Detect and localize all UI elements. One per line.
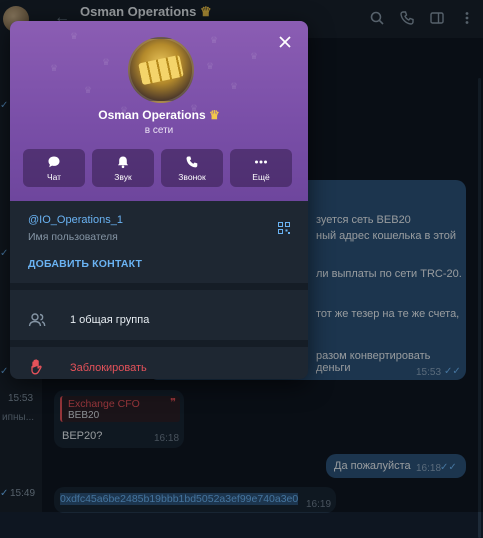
username-caption: Имя пользователя: [28, 231, 118, 243]
sound-button[interactable]: Звук: [92, 149, 154, 187]
profile-avatar[interactable]: [128, 37, 194, 103]
pattern-gift-icon: ♛: [84, 85, 93, 95]
phone-icon: [186, 156, 198, 168]
pattern-gift-icon: ♛: [206, 61, 215, 71]
block-label: Заблокировать: [70, 362, 147, 374]
chat-button[interactable]: Чат: [23, 149, 85, 187]
pattern-gift-icon: ♛: [250, 51, 259, 61]
close-icon[interactable]: [276, 33, 294, 51]
profile-status: в сети: [144, 125, 174, 136]
group-icon: [28, 312, 46, 333]
chat-icon: [48, 156, 60, 168]
pattern-gift-icon: ♛: [210, 35, 219, 45]
add-contact-button[interactable]: ДОБАВИТЬ КОНТАКТ: [28, 258, 142, 270]
username-link[interactable]: @IO_Operations_1: [28, 214, 123, 226]
qr-code-icon[interactable]: [278, 221, 290, 234]
block-hand-icon: [30, 359, 44, 379]
section-divider: [10, 283, 308, 290]
bell-icon: [118, 156, 128, 169]
pattern-gift-icon: ♛: [50, 63, 59, 73]
pattern-gift-icon: ♛: [230, 81, 239, 91]
more-button[interactable]: Ещё: [230, 149, 292, 187]
crown-icon: ♛: [208, 108, 220, 122]
profile-card: ♛ ♛ ♛ ♛ ♛ ♛ ♛ ♛ ♛ ♛ Osman Operations ♛ в…: [10, 21, 308, 379]
more-button-label: Ещё: [252, 172, 270, 182]
chat-button-label: Чат: [46, 172, 62, 182]
section-divider: [10, 340, 308, 347]
call-button[interactable]: Звонок: [161, 149, 223, 187]
common-groups-row[interactable]: 1 общая группа: [10, 300, 308, 340]
pattern-gift-icon: ♛: [102, 57, 111, 67]
call-button-label: Звонок: [178, 172, 206, 182]
block-row[interactable]: Заблокировать: [10, 347, 308, 379]
more-icon: [255, 160, 267, 164]
profile-hero: ♛ ♛ ♛ ♛ ♛ ♛ ♛ ♛ ♛ ♛ Osman Operations ♛ в…: [10, 21, 308, 201]
profile-name: Osman Operations ♛: [98, 108, 220, 122]
sound-button-label: Звук: [114, 172, 132, 182]
pattern-gift-icon: ♛: [70, 31, 79, 41]
common-groups-label: 1 общая группа: [70, 314, 150, 326]
